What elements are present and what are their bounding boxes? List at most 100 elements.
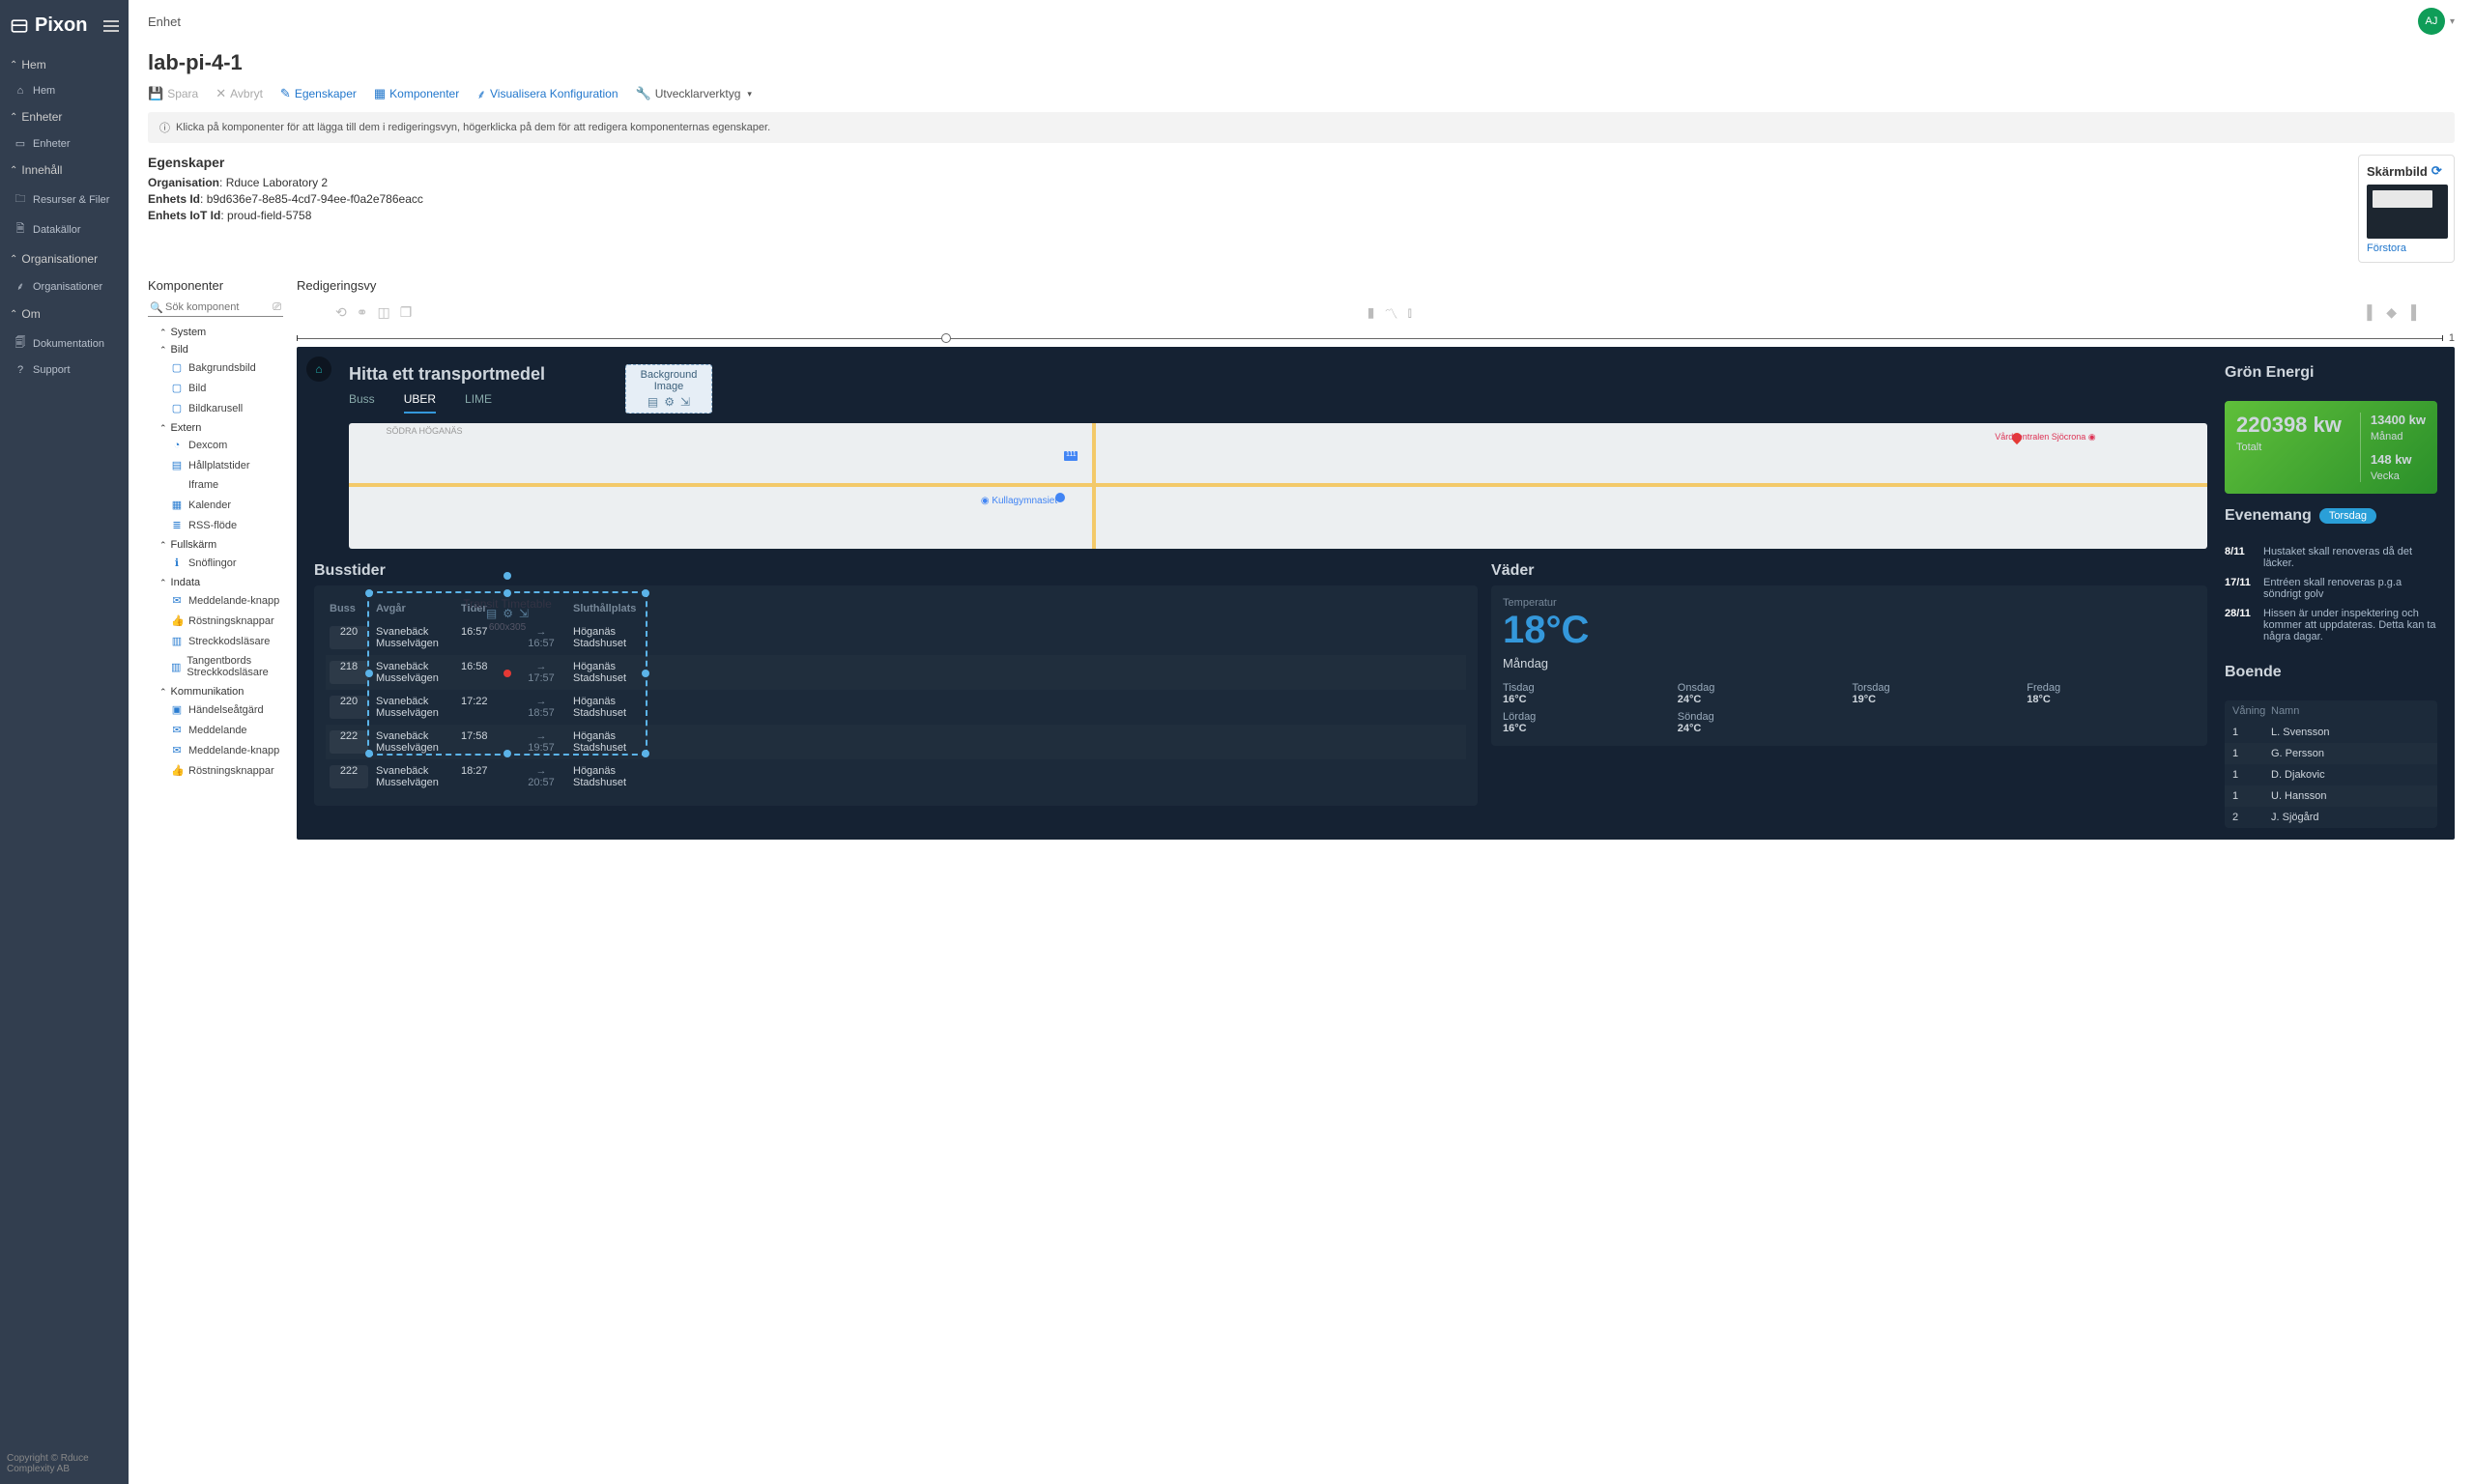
component-group[interactable]: ⌃Indata (148, 573, 283, 590)
move-icon[interactable]: ⇲ (680, 395, 690, 409)
sidebar-section[interactable]: ⌃Om (0, 300, 129, 328)
tree-icon: ⸙ (476, 85, 486, 102)
enlarge-link[interactable]: Förstora (2367, 243, 2446, 254)
preview-canvas: ⌂ Hitta ett transportmedel BussUBERLIME (297, 347, 2455, 840)
component-group[interactable]: ⌃Bild (148, 340, 283, 357)
tool-link-icon[interactable]: ⚭ (357, 304, 368, 324)
map[interactable]: ◉ Kullagymnasiet Vårdcentralen Sjöcrona … (349, 423, 2207, 549)
list-item: 17/11Entréen skall renoveras p.g.a söndr… (2225, 577, 2437, 600)
save-button[interactable]: 💾Spara (148, 85, 198, 102)
events-list: 8/11Hustaket skall renoveras då det läck… (2225, 546, 2437, 650)
toolbar: 💾Spara ✕Avbryt ✎Egenskaper ▦Komponenter … (148, 85, 2455, 112)
clear-icon[interactable]: ⎚ (273, 301, 281, 314)
copyright: Copyright © Rduce Complexity AB (0, 1443, 129, 1484)
home-icon[interactable]: ⌂ (306, 357, 331, 382)
table-row: 2J. Sjögård (2225, 807, 2437, 828)
component-item[interactable]: ▤Hållplatstider (148, 455, 283, 475)
avatar[interactable]: AJ (2418, 8, 2445, 35)
chart-stats-icon[interactable]: ⫾ (1407, 304, 1411, 324)
component-item[interactable]: ◔Dexcom (148, 436, 283, 455)
edit-icon: ✎ (280, 86, 291, 101)
breadcrumb: Enhet (148, 14, 181, 29)
component-search: 🔍 ⎚ (148, 299, 283, 317)
align-right-icon[interactable]: ▐ (2406, 304, 2416, 324)
component-item[interactable]: 👍Röstningsknappar (148, 760, 283, 781)
cancel-button[interactable]: ✕Avbryt (216, 85, 263, 102)
sidebar-section[interactable]: ⌃Innehåll (0, 156, 129, 185)
component-item[interactable]: ▢Bild (148, 378, 283, 398)
component-item[interactable]: ▥Streckkodsläsare (148, 631, 283, 651)
info-banner: ⓘ Klicka på komponenter för att lägga ti… (148, 112, 2455, 143)
component-item[interactable]: Iframe (148, 475, 283, 495)
move-icon[interactable]: ⇲ (519, 607, 529, 620)
sidebar-item[interactable]: 🗐Dokumentation (0, 328, 129, 358)
table-row: 222Svanebäck Musselvägen18:27→20:57Högan… (326, 759, 1466, 794)
chart-bar-icon[interactable]: ▮ (1367, 304, 1375, 324)
align-left-icon[interactable]: ▌ (2367, 304, 2376, 324)
page-title: lab-pi-4-1 (148, 44, 2455, 85)
sidebar-section[interactable]: ⌃Organisationer (0, 244, 129, 273)
zoom-slider[interactable]: 1 (297, 329, 2455, 347)
component-group[interactable]: ⌃Extern (148, 418, 283, 436)
sidebar-item[interactable]: 🗎Datakällor (0, 214, 129, 244)
component-group[interactable]: ⌃System (148, 323, 283, 340)
sidebar-section[interactable]: ⌃Enheter (0, 102, 129, 131)
chevron-down-icon[interactable]: ▾ (2450, 16, 2455, 27)
selection-box[interactable]: Transit Timetable ▤⚙⇲ 600x305 (367, 591, 647, 756)
refresh-icon[interactable]: ⟳ (2431, 163, 2442, 179)
background-image-widget[interactable]: Background Image ▤⚙⇲ (625, 364, 712, 414)
properties-button[interactable]: ✎Egenskaper (280, 85, 357, 102)
component-item[interactable]: ≣RSS-flöde (148, 515, 283, 535)
sidebar-section[interactable]: ⌃Hem (0, 50, 129, 79)
topbar: Enhet AJ ▾ (129, 0, 2474, 35)
sidebar: Pixon ⌃Hem⌂Hem⌃Enheter▭Enheter⌃Innehåll🗀… (0, 0, 129, 1484)
components-panel: Komponenter 🔍 ⎚ ⌃System⌃Bild▢Bakgrundsbi… (148, 278, 283, 840)
align-center-icon[interactable]: ◆ (2386, 304, 2397, 324)
tool-rotate-icon[interactable]: ⟲ (335, 304, 347, 324)
visualize-button[interactable]: ⸙Visualisera Konfiguration (476, 85, 618, 102)
component-item[interactable]: ℹSnöflingor (148, 553, 283, 573)
component-item[interactable]: 👍Röstningsknappar (148, 611, 283, 631)
editor-toolbar: ⟲ ⚭ ◫ ❐ ▮ 〽 ⫾ ▌ ◆ ▐ (297, 299, 2455, 329)
sidebar-item[interactable]: ⸙Organisationer (0, 273, 129, 300)
chevron-down-icon: ▾ (747, 89, 752, 100)
chart-line-icon[interactable]: 〽 (1384, 304, 1397, 324)
devtools-button[interactable]: 🔧Utvecklarverktyg▾ (636, 85, 752, 102)
component-item[interactable]: ✉Meddelande-knapp (148, 740, 283, 760)
component-item[interactable]: ▢Bakgrundsbild (148, 357, 283, 378)
sidebar-item[interactable]: ▭Enheter (0, 131, 129, 156)
sidebar-item[interactable]: ⌂Hem (0, 79, 129, 102)
component-item[interactable]: ✉Meddelande-knapp (148, 590, 283, 611)
sidebar-item[interactable]: 🗀Resurser & Filer (0, 185, 129, 214)
events-badge: Torsdag (2319, 508, 2376, 524)
gear-icon[interactable]: ⚙ (503, 607, 513, 620)
component-item[interactable]: ▢Bildkarusell (148, 398, 283, 418)
save-icon: 💾 (148, 86, 163, 101)
search-input[interactable] (148, 299, 283, 316)
energy-panel: 220398 kw Totalt 13400 kw Månad 148 kw V… (2225, 401, 2437, 494)
transport-tab[interactable]: LIME (465, 392, 492, 414)
editor-panel: Redigeringsvy ⟲ ⚭ ◫ ❐ ▮ 〽 ⫾ (297, 278, 2455, 840)
component-item[interactable]: ✉Meddelande (148, 720, 283, 740)
energy-title: Grön Energi (2225, 364, 2437, 382)
close-icon: ✕ (216, 86, 226, 101)
component-group[interactable]: ⌃Fullskärm (148, 535, 283, 553)
tool-copy-icon[interactable]: ❐ (400, 304, 413, 324)
brand-logo: Pixon (10, 14, 87, 37)
layers-icon[interactable]: ▤ (486, 607, 497, 620)
sidebar-item[interactable]: ?Support (0, 358, 129, 382)
gear-icon[interactable]: ⚙ (664, 395, 675, 409)
layers-icon[interactable]: ▤ (647, 395, 658, 409)
component-item[interactable]: ▣Händelseåtgärd (148, 699, 283, 720)
screenshot-thumbnail[interactable] (2367, 185, 2448, 239)
properties-panel: Egenskaper Organisation: Rduce Laborator… (148, 155, 423, 225)
components-button[interactable]: ▦Komponenter (374, 85, 459, 102)
transport-tab[interactable]: Buss (349, 392, 375, 414)
component-group[interactable]: ⌃Kommunikation (148, 682, 283, 699)
transport-tab[interactable]: UBER (404, 392, 436, 414)
component-item[interactable]: ▦Kalender (148, 495, 283, 515)
tool-crop-icon[interactable]: ◫ (377, 304, 389, 324)
hamburger-icon[interactable] (103, 20, 119, 32)
screenshot-panel: Skärmbild⟳ Förstora (2358, 155, 2455, 263)
component-item[interactable]: ▥Tangentbords Streckkodsläsare (148, 651, 283, 682)
